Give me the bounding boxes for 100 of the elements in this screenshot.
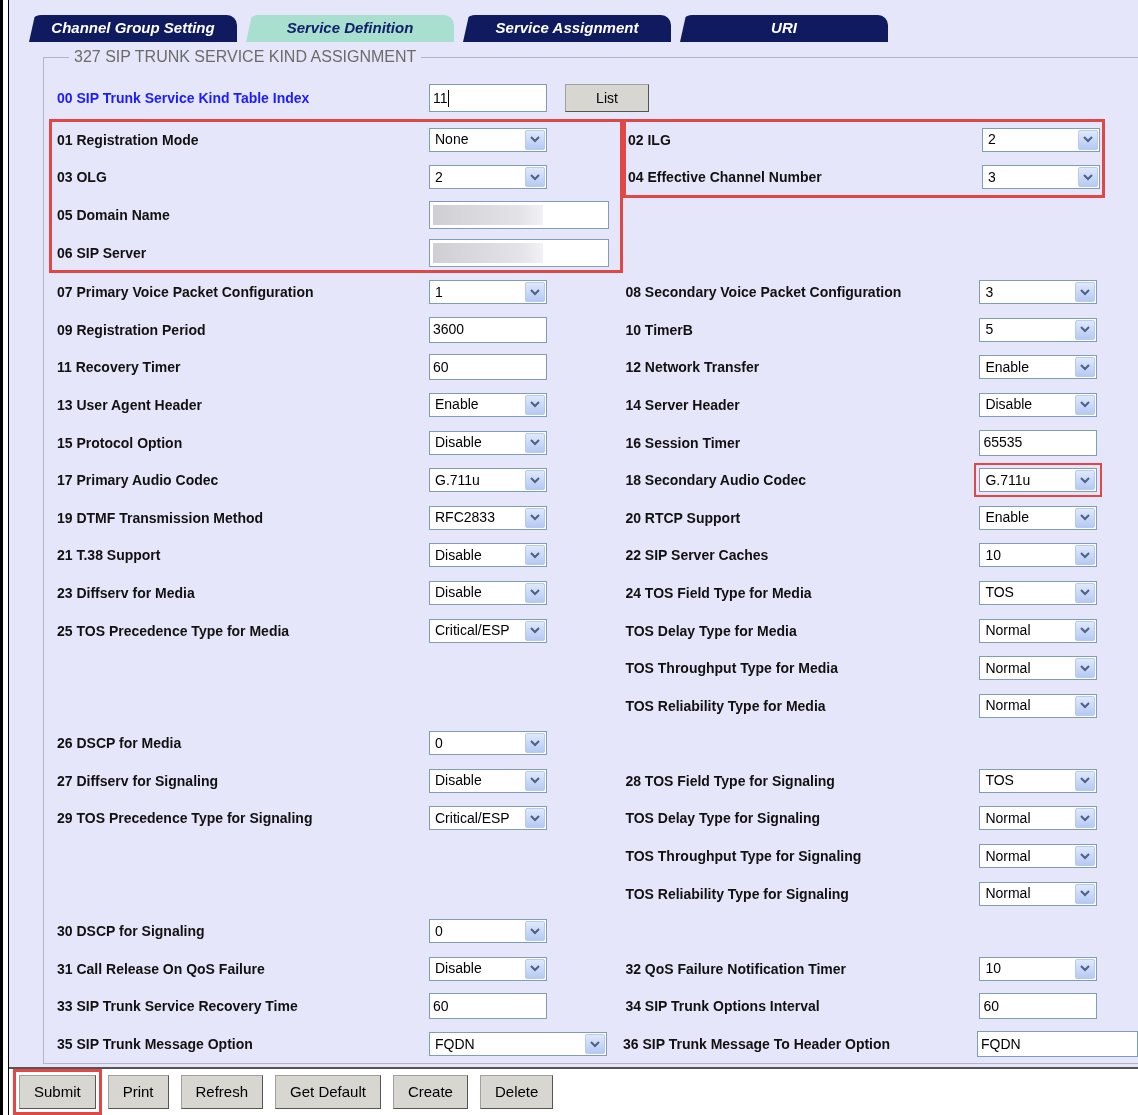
dropdown-button[interactable] (1078, 167, 1098, 188)
dropdown-button[interactable] (585, 1034, 605, 1055)
dropdown-button[interactable] (525, 545, 545, 566)
select-field[interactable]: Normal (979, 806, 1098, 831)
dropdown-button[interactable] (1075, 545, 1096, 566)
toolbar-button[interactable]: Submit (19, 1075, 96, 1109)
select-field[interactable]: Disable (429, 768, 547, 793)
dropdown-button[interactable] (1075, 958, 1096, 979)
toolbar-button[interactable]: Delete (479, 1075, 554, 1109)
tab[interactable]: URI (680, 15, 888, 42)
dropdown-button[interactable] (1075, 808, 1096, 829)
select-field[interactable]: Critical/ESP (429, 806, 547, 831)
dropdown-button[interactable] (525, 507, 545, 528)
dropdown-button[interactable] (525, 167, 545, 188)
dropdown-button[interactable] (525, 582, 545, 603)
select-field[interactable]: 3 (979, 280, 1098, 305)
select-field[interactable]: Normal (979, 881, 1098, 906)
chevron-down-icon (530, 739, 540, 747)
select-field[interactable]: TOS (979, 580, 1098, 605)
chevron-down-icon (1080, 852, 1091, 860)
field-label: 25 TOS Precedence Type for Media (57, 622, 290, 639)
select-field[interactable]: None (429, 127, 547, 152)
dropdown-button[interactable] (1075, 658, 1096, 679)
list-button[interactable]: List (565, 84, 649, 112)
text-field[interactable]: 60 (429, 354, 547, 381)
text-field[interactable] (429, 238, 609, 267)
tab[interactable]: Service Assignment (463, 15, 671, 42)
text-field[interactable]: FQDN (977, 1031, 1138, 1058)
select-field[interactable]: Disable (429, 956, 547, 981)
select-field[interactable]: FQDN (429, 1032, 607, 1057)
dropdown-button[interactable] (1075, 620, 1096, 641)
dropdown-button[interactable] (1075, 282, 1096, 303)
select-field[interactable]: RFC2833 (429, 505, 547, 530)
select-field[interactable]: 3 (982, 165, 1100, 190)
select-field[interactable]: 10 (979, 956, 1098, 981)
field-label: 07 Primary Voice Packet Configuration (57, 284, 314, 301)
select-field[interactable]: Critical/ESP (429, 618, 547, 643)
select-field[interactable]: Enable (979, 355, 1098, 380)
dropdown-button[interactable] (1075, 695, 1096, 716)
select-field[interactable]: 0 (429, 731, 547, 756)
text-field[interactable]: 60 (429, 993, 547, 1020)
dropdown-button[interactable] (525, 620, 545, 641)
chevron-down-icon (1083, 173, 1093, 181)
select-field[interactable]: 5 (979, 317, 1098, 342)
select-field[interactable]: Normal (979, 656, 1098, 681)
dropdown-button[interactable] (525, 394, 545, 415)
dropdown-button[interactable] (525, 921, 545, 942)
select-field[interactable]: TOS (979, 768, 1098, 793)
field-label: 28 TOS Field Type for Signaling (625, 772, 835, 789)
select-field[interactable]: G.711u (429, 468, 547, 493)
select-field[interactable]: 2 (429, 165, 547, 190)
dropdown-button[interactable] (525, 958, 545, 979)
dropdown-button[interactable] (525, 733, 545, 754)
select-field[interactable]: Normal (979, 844, 1098, 869)
dropdown-button[interactable] (525, 129, 545, 150)
select-field[interactable]: Disable (429, 580, 547, 605)
select-field[interactable]: Normal (979, 693, 1098, 718)
select-field[interactable]: Disable (429, 543, 547, 568)
dropdown-button[interactable] (525, 470, 545, 491)
text-field[interactable]: 65535 (979, 429, 1098, 456)
toolbar-button[interactable]: Refresh (180, 1075, 264, 1109)
dropdown-button[interactable] (1075, 883, 1096, 904)
text-field[interactable]: 11 (429, 84, 547, 112)
dropdown-button[interactable] (1075, 770, 1096, 791)
chevron-down-icon (1080, 326, 1091, 334)
dropdown-button[interactable] (1075, 394, 1096, 415)
select-field[interactable]: Disable (979, 392, 1098, 417)
chevron-down-icon (530, 965, 540, 973)
dropdown-button[interactable] (525, 770, 545, 791)
text-field[interactable] (429, 201, 609, 229)
dropdown-button[interactable] (1075, 319, 1096, 340)
toolbar-button[interactable]: Get Default (275, 1075, 381, 1109)
select-field[interactable]: Normal (979, 618, 1098, 643)
toolbar-button[interactable]: Print (107, 1075, 169, 1109)
dropdown-button[interactable] (1075, 470, 1096, 491)
dropdown-button[interactable] (525, 432, 545, 453)
select-field[interactable]: 10 (979, 543, 1098, 568)
chevron-down-icon (1080, 664, 1091, 672)
dropdown-button[interactable] (1075, 582, 1096, 603)
dropdown-button[interactable] (1075, 357, 1096, 378)
select-field[interactable]: Enable (429, 392, 547, 417)
field-label: 30 DSCP for Signaling (57, 923, 205, 940)
text-field[interactable]: 3600 (429, 316, 547, 343)
select-field[interactable]: G.711u (979, 468, 1098, 493)
select-field[interactable]: 1 (429, 280, 547, 305)
dropdown-button[interactable] (1075, 846, 1096, 867)
dropdown-button[interactable] (525, 282, 545, 303)
select-field[interactable]: Disable (429, 430, 547, 455)
dropdown-button[interactable] (525, 808, 545, 829)
select-field[interactable]: 2 (982, 127, 1100, 152)
dropdown-button[interactable] (1075, 507, 1096, 528)
tab[interactable]: Channel Group Setting (29, 15, 237, 42)
text-field[interactable]: 60 (979, 993, 1098, 1020)
tab[interactable]: Service Definition (246, 15, 454, 42)
select-field[interactable]: 0 (429, 919, 547, 944)
select-field[interactable]: Enable (979, 505, 1098, 530)
dropdown-button[interactable] (1078, 129, 1098, 150)
field-label: 10 TimerB (625, 321, 693, 338)
toolbar-button[interactable]: Create (392, 1075, 468, 1109)
field-label: 17 Primary Audio Codec (57, 472, 219, 489)
